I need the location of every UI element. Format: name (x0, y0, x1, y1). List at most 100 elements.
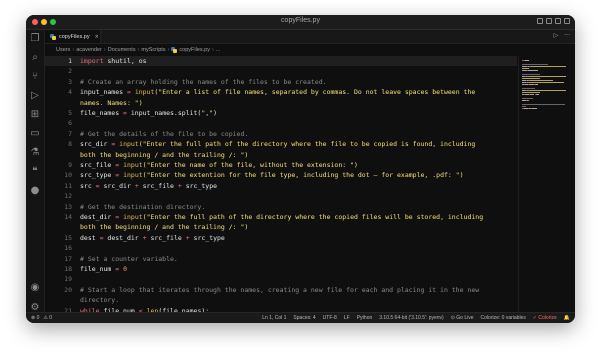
python-file-icon (50, 33, 56, 40)
code-line[interactable]: both the beginning / and the trailing /:… (45, 150, 517, 160)
token-fn: input (119, 140, 139, 149)
run-icon[interactable]: ▷ (554, 32, 559, 39)
token-id: src_type (80, 171, 116, 180)
code-line[interactable]: 18 file_num = 0 (45, 264, 517, 274)
code-editor[interactable]: 1 import shutil, os 2 3 # Create an array ho… (45, 56, 517, 315)
breadcrumb-item[interactable]: Users (56, 47, 70, 53)
toggle-secondary-sidebar-icon[interactable] (555, 18, 561, 24)
extensions-icon[interactable]: ⊞ (29, 109, 41, 121)
breadcrumb-item[interactable]: myScripts (141, 47, 165, 53)
token-id: input_names (80, 88, 127, 97)
python-interpreter[interactable]: 3.10.5 64-bit ('3.10.5': pyenv) (379, 315, 443, 321)
breadcrumb-item[interactable]: ... (216, 47, 221, 53)
files-icon[interactable]: ❐ (29, 33, 41, 45)
code-text: # Get the details of the file to be copi… (80, 129, 248, 139)
code-line[interactable]: 14 dest_dir = input("Enter the full path … (45, 212, 517, 222)
code-line[interactable]: 17 # Set a counter variable. (45, 254, 517, 264)
quote-icon[interactable]: ❝ (29, 166, 41, 178)
code-text: # Start a loop that iterates through the… (80, 285, 479, 295)
token-str: ("Enter a list of file names, separated … (154, 88, 476, 97)
line-number: 19 (64, 275, 72, 284)
minimap-token (529, 76, 566, 77)
code-line[interactable]: 11 src = src_dir + src_file + src_type (45, 181, 517, 191)
code-line[interactable]: 10 src_type = input("Enter the extention … (45, 170, 517, 180)
token-num: 0 (123, 265, 127, 273)
minimap-token (531, 108, 537, 109)
code-line[interactable]: both the beginning / and the trailing /:… (45, 222, 517, 232)
breadcrumb-item[interactable]: acavender (76, 47, 102, 53)
token-kw: import (80, 57, 104, 65)
python-file-icon (171, 47, 178, 53)
toggle-panel-icon[interactable] (546, 18, 552, 24)
code-text: dest_dir = input("Enter the full path of… (80, 212, 483, 222)
token-cm: # Start a loop that iterates through the… (80, 285, 480, 294)
code-text: both the beginning / and the trailing /:… (80, 150, 248, 160)
code-text: src_file = input("Enter the name of the … (80, 160, 358, 170)
more-actions-icon[interactable]: ··· (564, 32, 570, 39)
minimap-token (522, 78, 541, 79)
notifications-icon[interactable]: 🔔 (564, 315, 570, 321)
toggle-sidebar-icon[interactable] (537, 18, 543, 24)
end-of-line[interactable]: LF (344, 315, 350, 321)
code-line[interactable]: names. Names: ") (45, 98, 517, 108)
minimap-token (529, 82, 565, 83)
code-line[interactable]: 9 src_file = input("Enter the name of the… (45, 160, 517, 170)
code-line[interactable]: 16 (45, 243, 517, 253)
code-line[interactable]: 8 src_dir = input("Enter the full path of… (45, 139, 517, 149)
source-control-icon[interactable]: ⑂ (29, 71, 41, 83)
tab-close-icon[interactable]: × (95, 34, 99, 40)
token-str: names. Names: ") (80, 98, 143, 107)
line-number: 1 (68, 57, 72, 65)
line-number: 3 (68, 77, 72, 86)
code-line[interactable]: 13 # Get the destination directory. (45, 202, 517, 212)
line-number: 7 (68, 129, 72, 138)
breadcrumb-item[interactable]: copyFiles.py (179, 47, 210, 53)
code-line[interactable]: 6 (45, 118, 517, 128)
cursor-position[interactable]: Ln 1, Col 1 (262, 315, 286, 321)
language-mode[interactable]: Python (357, 315, 373, 321)
token-id: dest_dir (80, 213, 116, 221)
code-line[interactable]: 5 file_names = input_names.split(",") (45, 108, 517, 118)
account-icon[interactable]: ◉ (29, 282, 41, 294)
token-str: ("Enter the name of the file, without th… (142, 161, 358, 169)
encoding[interactable]: UTF-8 (323, 315, 337, 321)
code-line[interactable]: 12 (45, 191, 517, 201)
code-line[interactable]: 2 (45, 66, 517, 76)
search-icon[interactable]: ⌕ (29, 52, 41, 64)
customize-layout-icon[interactable] (564, 18, 570, 24)
colorize-button[interactable]: ✓ Colorize (533, 315, 557, 321)
code-line[interactable]: 15 dest = dest_dir + src_file + src_type (45, 233, 517, 243)
tab-bar: copyFiles.py × ▷ ··· (45, 30, 575, 44)
testing-icon[interactable]: ⚗ (29, 147, 41, 159)
code-line[interactable]: directory. (45, 295, 517, 305)
token-id: src_file (80, 161, 116, 169)
code-line[interactable]: 7 # Get the details of the file to be cop… (45, 129, 517, 139)
minimap[interactable] (518, 56, 575, 313)
code-line[interactable]: 20 # Start a loop that iterates through t… (45, 285, 517, 295)
code-line[interactable]: 19 (45, 274, 517, 284)
token-fn: input (123, 161, 143, 169)
run-debug-icon[interactable]: ▷ (29, 90, 41, 102)
breadcrumb-item[interactable]: Documents (108, 47, 136, 53)
github-icon[interactable]: ● (29, 185, 41, 197)
code-line[interactable]: 1 import shutil, os (45, 56, 517, 66)
token-str: ("Enter the extention for the file type,… (142, 171, 464, 180)
problems-indicator[interactable]: ⊗ 0 ⚠ 0 (31, 315, 52, 321)
chevron-right-icon: › (72, 47, 75, 53)
code-line[interactable]: 3 # Create an array holding the names of … (45, 77, 517, 87)
token-str: both the beginning / and the trailing /:… (80, 223, 249, 232)
token-id: file_names (80, 109, 124, 117)
colorize-variables[interactable]: Colorize: 0 variables (481, 315, 526, 321)
code-text: file_names = input_names.split(",") (80, 108, 217, 118)
remote-icon[interactable]: ▭ (29, 128, 41, 140)
token-cm: # Create an array holding the names of t… (80, 77, 327, 86)
line-number: 10 (64, 171, 72, 180)
token-cm: # Get the details of the file to be copi… (80, 129, 249, 138)
tab-copyfiles[interactable]: copyFiles.py × (45, 30, 101, 43)
minimap-token (536, 70, 538, 71)
chevron-right-icon: › (211, 47, 214, 53)
indentation[interactable]: Spaces: 4 (293, 315, 315, 321)
go-live-button[interactable]: ⊙ Go Live (451, 315, 474, 321)
code-text: file_num = 0 (80, 264, 127, 274)
code-line[interactable]: 4 input_names = input("Enter a list of fi… (45, 87, 517, 97)
